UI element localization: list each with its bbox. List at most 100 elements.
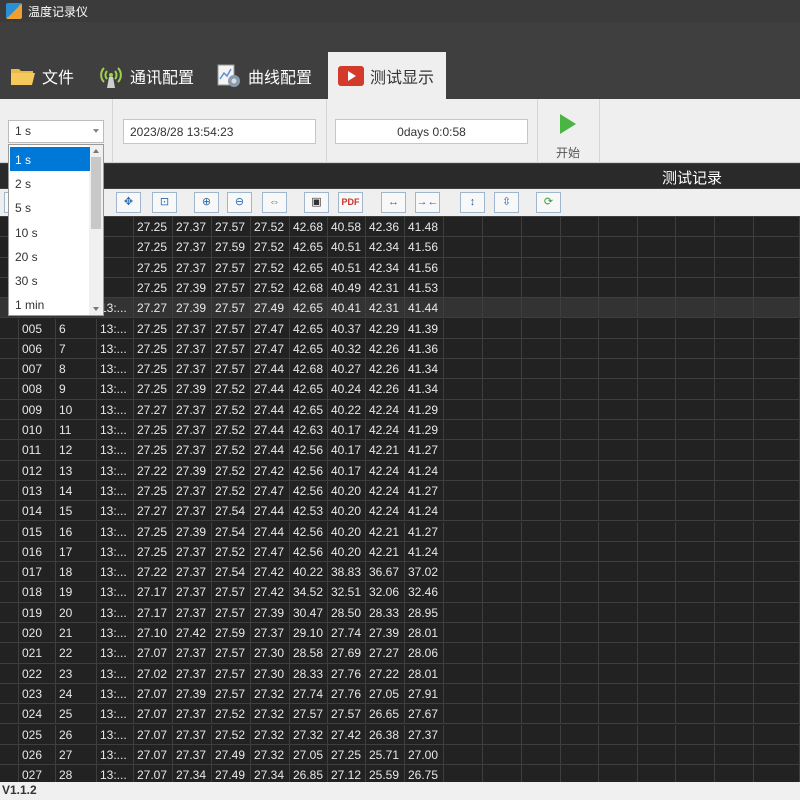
table-cell[interactable]: 13:... — [97, 602, 134, 623]
table-cell[interactable] — [715, 765, 754, 782]
table-cell[interactable]: 022 — [19, 663, 56, 684]
table-cell[interactable]: 27.25 — [134, 379, 173, 400]
table-cell[interactable]: 006 — [19, 338, 56, 360]
table-cell[interactable]: 27.47 — [251, 338, 290, 360]
table-cell[interactable]: 27.17 — [134, 582, 173, 603]
table-cell[interactable]: 27.69 — [328, 643, 366, 664]
table-cell[interactable]: 32.46 — [405, 582, 444, 603]
table-cell[interactable] — [638, 623, 676, 644]
table-cell[interactable]: 41.34 — [405, 359, 444, 380]
table-cell[interactable] — [638, 217, 676, 238]
table-cell[interactable] — [561, 765, 599, 782]
table-cell[interactable] — [638, 420, 676, 441]
table-cell[interactable]: 27.57 — [212, 359, 251, 380]
table-cell[interactable] — [715, 683, 754, 705]
table-cell[interactable]: 42.56 — [290, 541, 328, 563]
table-cell[interactable] — [638, 379, 676, 400]
table-cell[interactable]: 018 — [19, 582, 56, 603]
table-cell[interactable] — [599, 541, 638, 563]
table-cell[interactable] — [715, 521, 754, 542]
table-cell[interactable] — [638, 501, 676, 522]
expand-horizontal-icon[interactable]: ↔ — [381, 192, 406, 213]
table-cell[interactable]: 27.76 — [328, 663, 366, 684]
table-cell[interactable]: 27.44 — [251, 440, 290, 461]
table-cell[interactable]: 40.20 — [328, 521, 366, 542]
table-row[interactable]: 025 26 13:... 27.07 27.37 27.52 27.32 27.32 27.4… — [0, 724, 800, 745]
table-cell[interactable] — [599, 257, 638, 278]
table-cell[interactable] — [599, 298, 638, 319]
table-cell[interactable]: 27.52 — [212, 460, 251, 481]
table-cell[interactable]: 16 — [56, 521, 97, 542]
table-cell[interactable] — [483, 521, 522, 542]
table-cell[interactable]: 27.07 — [134, 643, 173, 664]
table-row[interactable]: 27.25 27.39 27.57 27.52 42.68 40.49 42.31 41.53 — [0, 277, 800, 299]
table-cell[interactable]: 007 — [19, 359, 56, 380]
table-cell[interactable]: 13:... — [97, 541, 134, 563]
table-cell[interactable] — [599, 440, 638, 461]
table-cell[interactable] — [676, 744, 715, 766]
table-cell[interactable]: 27.37 — [173, 602, 212, 623]
table-cell[interactable]: 27.57 — [212, 602, 251, 623]
table-cell[interactable] — [522, 744, 561, 766]
table-cell[interactable]: 27.49 — [212, 744, 251, 766]
table-cell[interactable] — [522, 359, 561, 380]
table-cell[interactable] — [676, 582, 715, 603]
table-cell[interactable]: 25.59 — [366, 765, 405, 782]
table-row[interactable]: 13:... 27.27 27.39 27.57 27.49 42.65 40.41 42.3… — [0, 298, 800, 319]
table-cell[interactable]: 27.27 — [366, 643, 405, 664]
table-cell[interactable]: 6 — [56, 318, 97, 339]
table-cell[interactable] — [444, 440, 483, 461]
table-cell[interactable]: 27.52 — [212, 480, 251, 502]
table-cell[interactable] — [676, 724, 715, 745]
dropdown-option[interactable]: 20 s — [10, 244, 90, 268]
table-cell[interactable]: 40.17 — [328, 460, 366, 481]
row-header-cell[interactable] — [0, 663, 19, 684]
table-cell[interactable]: 27.59 — [212, 237, 251, 258]
table-cell[interactable]: 41.44 — [405, 298, 444, 319]
table-cell[interactable] — [715, 744, 754, 766]
table-cell[interactable]: 27.57 — [212, 663, 251, 684]
table-cell[interactable] — [638, 744, 676, 766]
table-cell[interactable] — [444, 582, 483, 603]
table-cell[interactable]: 27.25 — [134, 420, 173, 441]
table-cell[interactable] — [561, 217, 599, 238]
table-row[interactable]: 016 17 13:... 27.25 27.37 27.52 27.47 42.56 40.2… — [0, 541, 800, 563]
table-cell[interactable]: 28.01 — [405, 623, 444, 644]
table-cell[interactable]: 13:... — [97, 704, 134, 725]
table-cell[interactable] — [483, 480, 522, 502]
table-cell[interactable] — [754, 541, 800, 563]
table-cell[interactable] — [599, 318, 638, 339]
table-cell[interactable]: 27.42 — [251, 562, 290, 583]
table-cell[interactable] — [715, 562, 754, 583]
table-cell[interactable]: 27.57 — [212, 643, 251, 664]
refresh-icon[interactable]: ⟳ — [536, 192, 561, 213]
table-cell[interactable]: 27.57 — [212, 217, 251, 238]
table-cell[interactable] — [754, 440, 800, 461]
table-cell[interactable] — [561, 440, 599, 461]
table-cell[interactable]: 30.47 — [290, 602, 328, 623]
table-cell[interactable] — [754, 602, 800, 623]
chevron-down-icon[interactable] — [93, 129, 99, 133]
table-cell[interactable]: 27.27 — [134, 399, 173, 420]
dropdown-option[interactable]: 2 s — [10, 171, 90, 195]
table-cell[interactable] — [561, 623, 599, 644]
table-cell[interactable]: 32.06 — [366, 582, 405, 603]
table-cell[interactable] — [638, 643, 676, 664]
tab-curve-config[interactable]: 曲线配置 — [206, 52, 326, 99]
table-cell[interactable]: 27.37 — [173, 643, 212, 664]
table-cell[interactable]: 27.25 — [134, 359, 173, 380]
table-cell[interactable]: 27.05 — [366, 683, 405, 705]
table-cell[interactable]: 27.52 — [251, 217, 290, 238]
table-cell[interactable]: 42.65 — [290, 338, 328, 360]
table-cell[interactable] — [599, 683, 638, 705]
table-cell[interactable]: 27.37 — [173, 359, 212, 380]
row-header-cell[interactable] — [0, 399, 19, 420]
table-cell[interactable] — [599, 663, 638, 684]
table-cell[interactable] — [754, 582, 800, 603]
table-cell[interactable]: 28.58 — [290, 643, 328, 664]
table-cell[interactable] — [522, 277, 561, 299]
table-cell[interactable]: 27.25 — [134, 277, 173, 299]
scroll-up-icon[interactable] — [93, 149, 99, 153]
table-cell[interactable]: 27.52 — [251, 237, 290, 258]
table-cell[interactable]: 27.52 — [251, 257, 290, 278]
